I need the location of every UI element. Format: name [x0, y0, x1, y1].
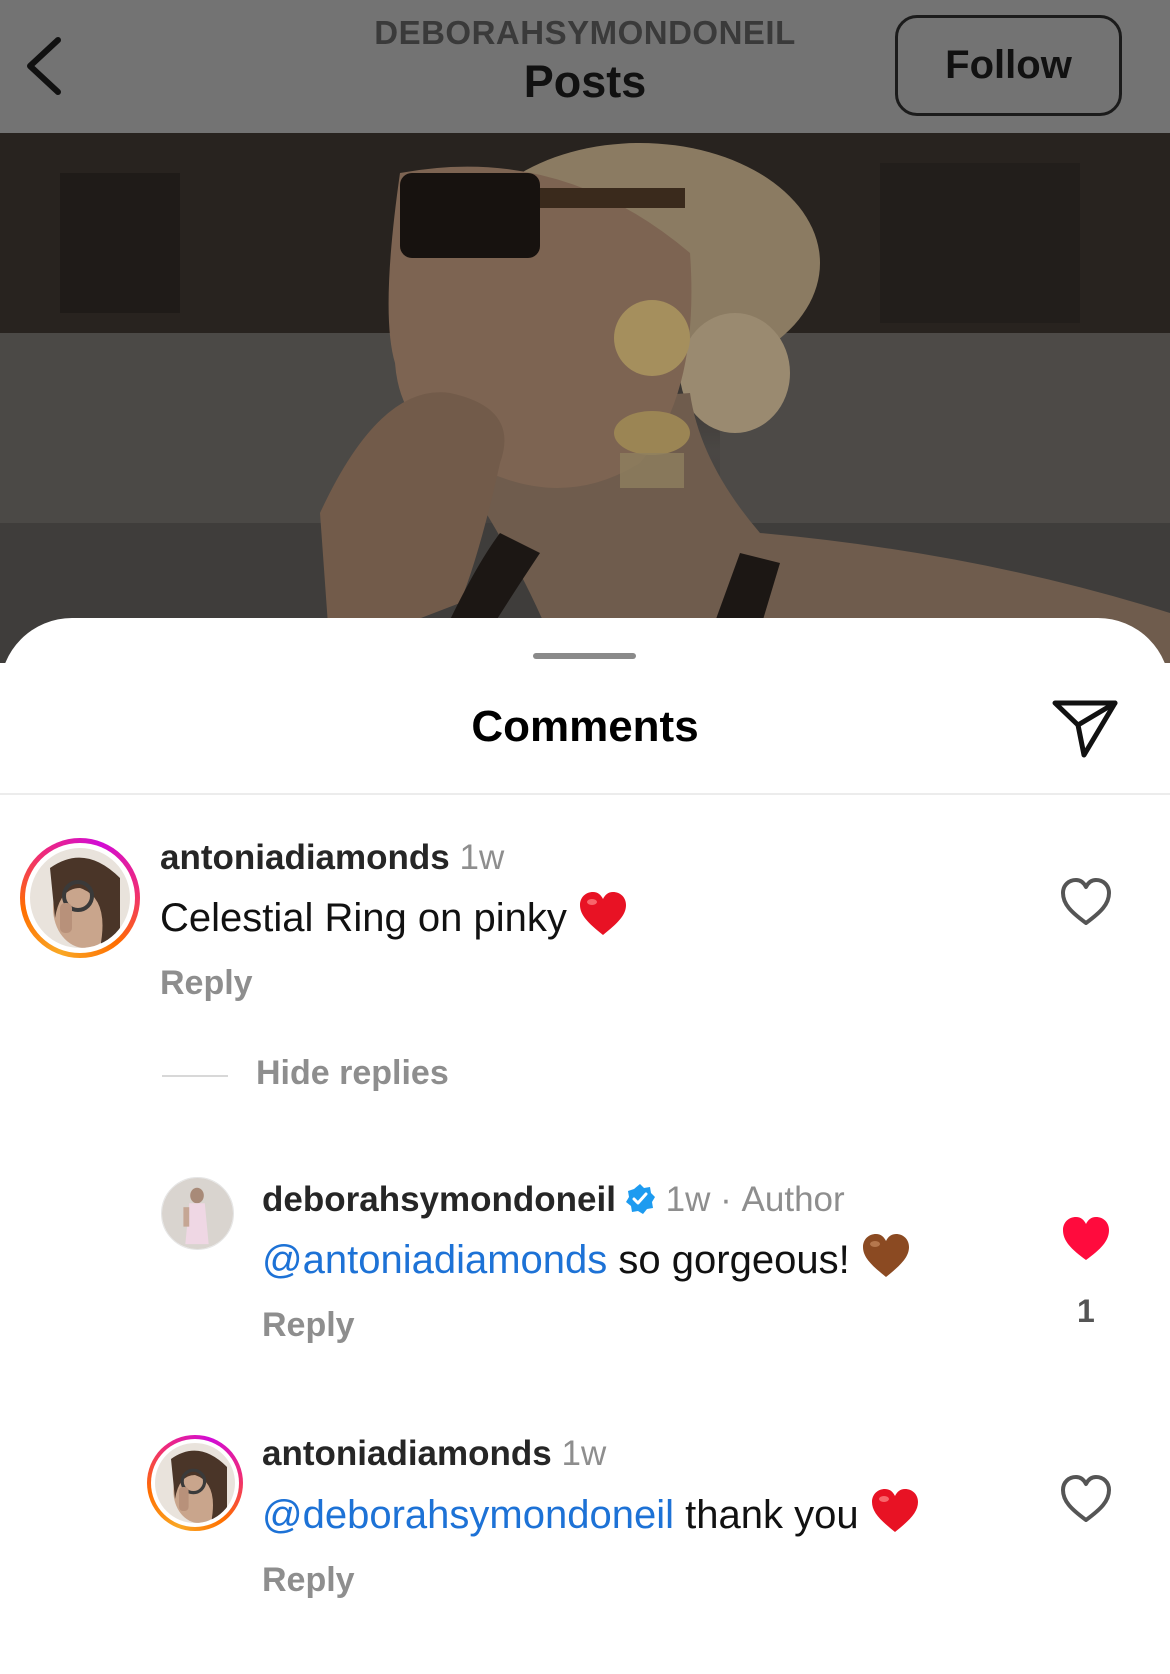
post-photo: [0, 133, 1170, 663]
comment-username[interactable]: antoniadiamonds 1w: [160, 838, 504, 878]
comment-body: Celestial Ring on pinky: [160, 891, 628, 947]
like-button[interactable]: [1059, 877, 1113, 927]
share-button[interactable]: [1050, 695, 1120, 761]
like-count: 1: [1077, 1293, 1095, 1329]
header-divider: [0, 793, 1170, 795]
reply-button[interactable]: Reply: [262, 1306, 355, 1345]
mention-link[interactable]: @deborahsymondoneil: [262, 1493, 674, 1537]
verified-badge-icon: [624, 1183, 656, 1215]
author-tag: Author: [741, 1180, 845, 1219]
avatar-story-ring[interactable]: [20, 838, 140, 958]
username-text[interactable]: antoniadiamonds: [262, 1434, 552, 1473]
brown-heart-emoji-icon: [861, 1233, 911, 1289]
comments-title: Comments: [471, 702, 699, 751]
mention-link[interactable]: @antoniadiamonds: [262, 1238, 607, 1282]
follow-button[interactable]: Follow: [895, 15, 1122, 116]
avatar: [30, 848, 130, 948]
like-button[interactable]: [1059, 1214, 1113, 1264]
comment-timestamp: 1w: [459, 838, 505, 877]
avatar[interactable]: [161, 1177, 234, 1250]
heart-outline-icon: [1061, 1475, 1111, 1522]
comment-username[interactable]: deborahsymondoneil 1w · Author: [262, 1180, 845, 1220]
comment-text: so gorgeous!: [618, 1238, 850, 1282]
like-button[interactable]: [1059, 1474, 1113, 1524]
comment-timestamp: 1w: [561, 1434, 607, 1473]
comment-body: @antoniadiamonds so gorgeous!: [262, 1233, 911, 1289]
replies-divider-line: [162, 1075, 228, 1077]
meta-separator: ·: [720, 1180, 732, 1219]
reply-button[interactable]: Reply: [262, 1561, 355, 1600]
username-text[interactable]: deborahsymondoneil: [262, 1180, 616, 1219]
avatar: [155, 1443, 235, 1523]
comment-timestamp: 1w: [665, 1180, 711, 1219]
comment-text: Celestial Ring on pinky: [160, 896, 567, 940]
comment-text: thank you: [685, 1493, 859, 1537]
heart-outline-icon: [1061, 878, 1111, 925]
sheet-drag-handle[interactable]: [533, 653, 636, 659]
comment-username[interactable]: antoniadiamonds 1w: [262, 1434, 606, 1474]
comment-body: @deborahsymondoneil thank you: [262, 1488, 920, 1544]
red-heart-emoji-icon: [870, 1488, 920, 1544]
hide-replies-button[interactable]: Hide replies: [256, 1054, 449, 1093]
username-text[interactable]: antoniadiamonds: [160, 838, 450, 877]
heart-filled-icon: [1063, 1217, 1109, 1260]
avatar-story-ring[interactable]: [147, 1435, 243, 1531]
share-send-icon: [1052, 700, 1118, 758]
top-navigation-bar: DEBORAHSYMONDONEIL Posts Follow: [0, 0, 1170, 133]
reply-button[interactable]: Reply: [160, 964, 253, 1003]
red-heart-emoji-icon: [578, 891, 628, 947]
